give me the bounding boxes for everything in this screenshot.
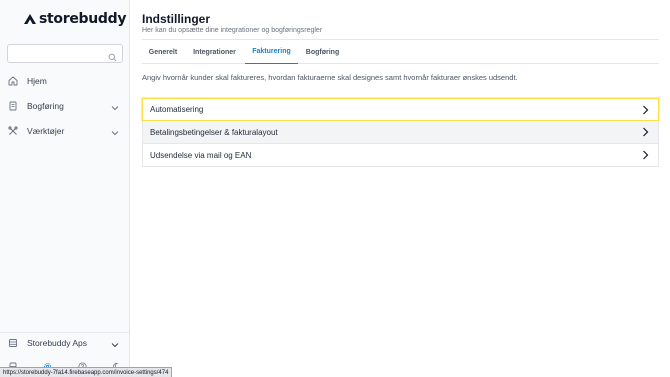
sidebar-item-vaerktojer[interactable]: Værktøjer [0,121,129,141]
tab-integrationer[interactable]: Integrationer [184,40,245,64]
settings-tabs: Generelt Integrationer Fakturering Bogfø… [142,39,659,64]
tab-generelt[interactable]: Generelt [142,40,184,64]
main-content: Indstillinger Her kan du opsætte dine in… [131,0,670,377]
list-item-betalingsbetingelser[interactable]: Betalingsbetingelser & fakturalayout [142,121,659,144]
storebuddy-logo[interactable]: storebuddy [24,11,127,27]
sidebar-item-bogforing[interactable]: Bogføring [0,96,129,116]
sidebar-item-label: Hjem [27,76,47,86]
chevron-right-icon [642,127,649,139]
tab-bogforing[interactable]: Bogføring [298,40,347,64]
sidebar-item-hjem[interactable]: Hjem [0,71,129,91]
chevron-down-icon[interactable] [111,340,119,350]
page-subtitle: Her kan du opsætte dine integrationer og… [142,27,323,34]
list-item-udsendelse[interactable]: Udsendelse via mail og EAN [142,144,659,167]
logo-mark-icon [24,14,36,24]
company-icon [8,338,18,350]
sidebar-item-label: Værktøjer [27,126,65,136]
list-item-label: Automatisering [150,105,204,114]
list-item-label: Udsendelse via mail og EAN [150,150,252,160]
company-name: Storebuddy Aps [27,338,88,348]
list-item-automatisering[interactable]: Automatisering [142,98,659,121]
ledger-icon [8,101,18,113]
search-icon[interactable] [108,49,117,67]
invoice-settings-list: Automatisering Betalingsbetingelser & fa… [142,98,659,167]
chevron-down-icon[interactable] [111,128,119,138]
chevron-right-icon [642,105,649,117]
search-box [7,44,123,64]
link-status-bar: https://storebuddy-7fa14.firebaseapp.com… [0,367,173,377]
sidebar: storebuddy Hjem Bogføring Værktøjer Stor… [0,0,130,377]
chevron-right-icon [642,150,649,162]
sidebar-item-label: Bogføring [27,101,64,111]
list-item-label: Betalingsbetingelser & fakturalayout [150,127,278,137]
tools-icon [8,126,18,138]
page-title: Indstillinger [142,12,211,26]
section-description: Angiv hvornår kunder skal faktureres, hv… [142,73,518,82]
tab-fakturering[interactable]: Fakturering [245,40,298,64]
search-input[interactable] [12,46,108,64]
home-icon [8,76,18,88]
company-selector[interactable]: Storebuddy Aps [0,333,129,353]
logo-text: storebuddy [39,11,127,27]
chevron-down-icon[interactable] [111,103,119,113]
